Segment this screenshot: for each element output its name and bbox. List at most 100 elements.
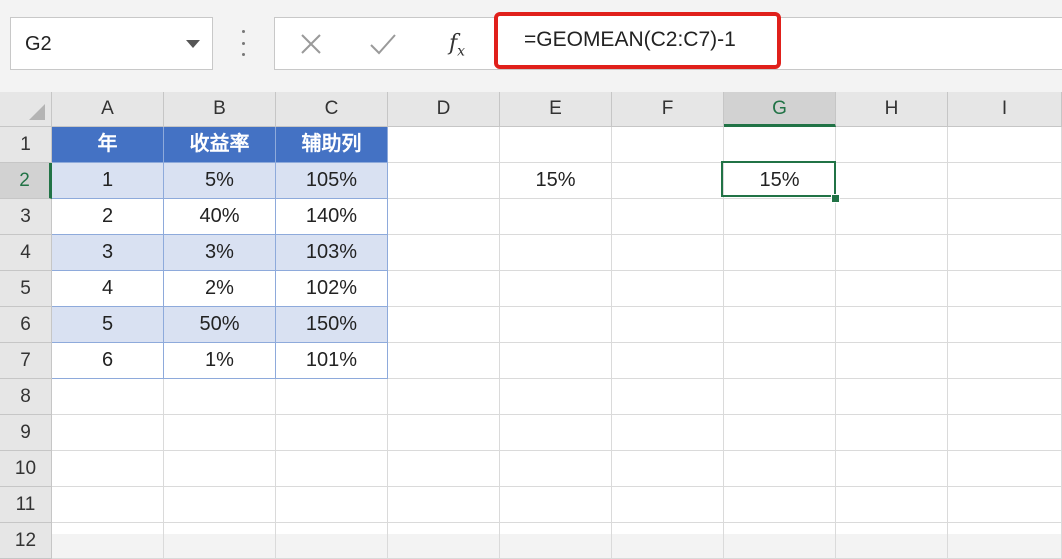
cell-h10[interactable] — [836, 451, 948, 487]
cell-d10[interactable] — [388, 451, 500, 487]
cell-d4[interactable] — [388, 235, 500, 271]
cell-a7[interactable]: 6 — [52, 343, 164, 379]
row-header-2[interactable]: 2 — [0, 163, 52, 199]
cell-h7[interactable] — [836, 343, 948, 379]
row-header-5[interactable]: 5 — [0, 271, 52, 307]
column-header-f[interactable]: F — [612, 92, 724, 127]
cell-e6[interactable] — [500, 307, 612, 343]
cell-a5[interactable]: 4 — [52, 271, 164, 307]
row-header-9[interactable]: 9 — [0, 415, 52, 451]
cell-a12[interactable] — [52, 523, 164, 559]
cell-b5[interactable]: 2% — [164, 271, 276, 307]
cell-i8[interactable] — [948, 379, 1062, 415]
cell-h1[interactable] — [836, 127, 948, 163]
cell-a2[interactable]: 1 — [52, 163, 164, 199]
cell-i11[interactable] — [948, 487, 1062, 523]
check-icon[interactable] — [368, 30, 398, 58]
cell-h9[interactable] — [836, 415, 948, 451]
cell-c12[interactable] — [276, 523, 388, 559]
column-header-h[interactable]: H — [836, 92, 948, 127]
cell-h8[interactable] — [836, 379, 948, 415]
cell-c5[interactable]: 102% — [276, 271, 388, 307]
cell-f6[interactable] — [612, 307, 724, 343]
fill-handle[interactable] — [831, 194, 840, 203]
cell-d1[interactable] — [388, 127, 500, 163]
cell-e10[interactable] — [500, 451, 612, 487]
cell-d2[interactable] — [388, 163, 500, 199]
row-header-11[interactable]: 11 — [0, 487, 52, 523]
cell-h2[interactable] — [836, 163, 948, 199]
row-header-6[interactable]: 6 — [0, 307, 52, 343]
cell-e2[interactable]: 15% — [500, 163, 612, 199]
cell-i4[interactable] — [948, 235, 1062, 271]
row-header-4[interactable]: 4 — [0, 235, 52, 271]
more-options-icon[interactable] — [240, 30, 246, 56]
row-header-8[interactable]: 8 — [0, 379, 52, 415]
cell-c4[interactable]: 103% — [276, 235, 388, 271]
cell-d5[interactable] — [388, 271, 500, 307]
cell-i6[interactable] — [948, 307, 1062, 343]
cell-h4[interactable] — [836, 235, 948, 271]
cell-f10[interactable] — [612, 451, 724, 487]
cell-h3[interactable] — [836, 199, 948, 235]
cell-g1[interactable] — [724, 127, 836, 163]
cell-i2[interactable] — [948, 163, 1062, 199]
cell-g6[interactable] — [724, 307, 836, 343]
cell-d8[interactable] — [388, 379, 500, 415]
cell-a11[interactable] — [52, 487, 164, 523]
cell-a10[interactable] — [52, 451, 164, 487]
cell-g12[interactable] — [724, 523, 836, 559]
cell-c7[interactable]: 101% — [276, 343, 388, 379]
cell-f4[interactable] — [612, 235, 724, 271]
cell-a1[interactable]: 年 — [52, 127, 164, 163]
cell-h11[interactable] — [836, 487, 948, 523]
cell-d7[interactable] — [388, 343, 500, 379]
cell-b10[interactable] — [164, 451, 276, 487]
cell-i10[interactable] — [948, 451, 1062, 487]
insert-function-icon[interactable]: fx — [440, 27, 474, 61]
column-header-d[interactable]: D — [388, 92, 500, 127]
cell-c3[interactable]: 140% — [276, 199, 388, 235]
cell-b3[interactable]: 40% — [164, 199, 276, 235]
cell-b7[interactable]: 1% — [164, 343, 276, 379]
cell-b1[interactable]: 收益率 — [164, 127, 276, 163]
cell-i9[interactable] — [948, 415, 1062, 451]
cell-f1[interactable] — [612, 127, 724, 163]
column-header-e[interactable]: E — [500, 92, 612, 127]
column-header-i[interactable]: I — [948, 92, 1062, 127]
cell-c6[interactable]: 150% — [276, 307, 388, 343]
cell-c2[interactable]: 105% — [276, 163, 388, 199]
column-header-g[interactable]: G — [724, 92, 836, 127]
cell-e1[interactable] — [500, 127, 612, 163]
cell-f5[interactable] — [612, 271, 724, 307]
cell-i7[interactable] — [948, 343, 1062, 379]
cell-i5[interactable] — [948, 271, 1062, 307]
cell-c9[interactable] — [276, 415, 388, 451]
column-header-c[interactable]: C — [276, 92, 388, 127]
cell-g5[interactable] — [724, 271, 836, 307]
cell-f7[interactable] — [612, 343, 724, 379]
column-header-a[interactable]: A — [52, 92, 164, 127]
cell-f2[interactable] — [612, 163, 724, 199]
select-all-corner[interactable] — [0, 92, 52, 127]
cell-c10[interactable] — [276, 451, 388, 487]
name-box[interactable]: G2 — [10, 17, 213, 70]
cell-e12[interactable] — [500, 523, 612, 559]
formula-text[interactable]: =GEOMEAN(C2:C7)-1 — [524, 22, 736, 58]
cell-d3[interactable] — [388, 199, 500, 235]
cell-f9[interactable] — [612, 415, 724, 451]
cell-g9[interactable] — [724, 415, 836, 451]
row-header-3[interactable]: 3 — [0, 199, 52, 235]
cell-d6[interactable] — [388, 307, 500, 343]
cell-e4[interactable] — [500, 235, 612, 271]
cell-c8[interactable] — [276, 379, 388, 415]
cell-f11[interactable] — [612, 487, 724, 523]
cell-h6[interactable] — [836, 307, 948, 343]
cell-i3[interactable] — [948, 199, 1062, 235]
cell-f3[interactable] — [612, 199, 724, 235]
cell-i12[interactable] — [948, 523, 1062, 559]
cell-a9[interactable] — [52, 415, 164, 451]
cell-d9[interactable] — [388, 415, 500, 451]
cell-g8[interactable] — [724, 379, 836, 415]
select-all-icon[interactable] — [29, 104, 45, 120]
